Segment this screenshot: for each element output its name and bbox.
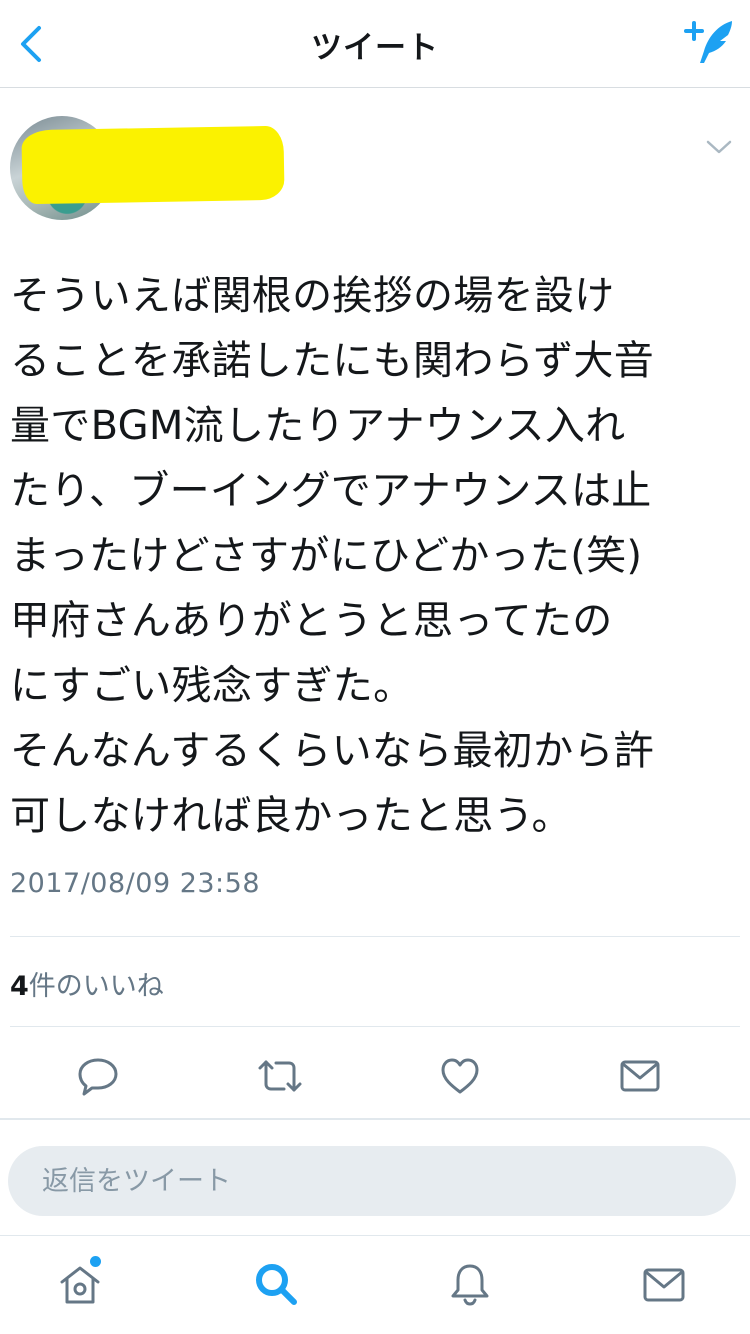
compose-tweet-icon xyxy=(684,21,732,63)
new-content-dot xyxy=(90,1256,101,1267)
redaction-mark xyxy=(21,125,285,205)
like-icon xyxy=(441,1058,479,1094)
nav-header: ツイート xyxy=(0,0,750,88)
share-button[interactable] xyxy=(614,1050,666,1102)
reply-bar xyxy=(0,1120,750,1236)
divider xyxy=(10,936,740,937)
likes-count-link[interactable]: 4件のいいね xyxy=(10,964,164,1003)
likes-count: 4 xyxy=(10,971,29,1002)
tab-search[interactable] xyxy=(248,1256,304,1312)
like-button[interactable] xyxy=(434,1050,486,1102)
tweet-actions xyxy=(0,1040,750,1112)
compose-tweet-button[interactable] xyxy=(680,14,740,70)
retweet-icon xyxy=(258,1060,302,1092)
page-title: ツイート xyxy=(311,30,439,66)
notifications-icon xyxy=(451,1264,489,1306)
messages-icon xyxy=(643,1268,685,1302)
tweet-text: そういえば関根の挨拶の場を設け ることを承諾したにも関わらず大音 量でBGM流し… xyxy=(10,273,654,839)
reply-icon xyxy=(78,1058,118,1096)
retweet-button[interactable] xyxy=(254,1050,306,1102)
tab-bar xyxy=(0,1236,750,1334)
search-icon xyxy=(256,1264,297,1305)
reply-button[interactable] xyxy=(72,1050,124,1102)
divider xyxy=(10,1026,740,1027)
home-icon xyxy=(60,1266,100,1304)
likes-label: 件のいいね xyxy=(28,971,164,1002)
tweet-options-button[interactable] xyxy=(702,134,736,160)
chevron-down-icon xyxy=(706,140,732,154)
tab-notifications[interactable] xyxy=(442,1256,498,1312)
tab-messages[interactable] xyxy=(636,1256,692,1312)
reply-input[interactable] xyxy=(8,1146,736,1216)
tweet-timestamp: 2017/08/09 23:58 xyxy=(10,868,261,899)
share-dm-icon xyxy=(620,1060,660,1092)
